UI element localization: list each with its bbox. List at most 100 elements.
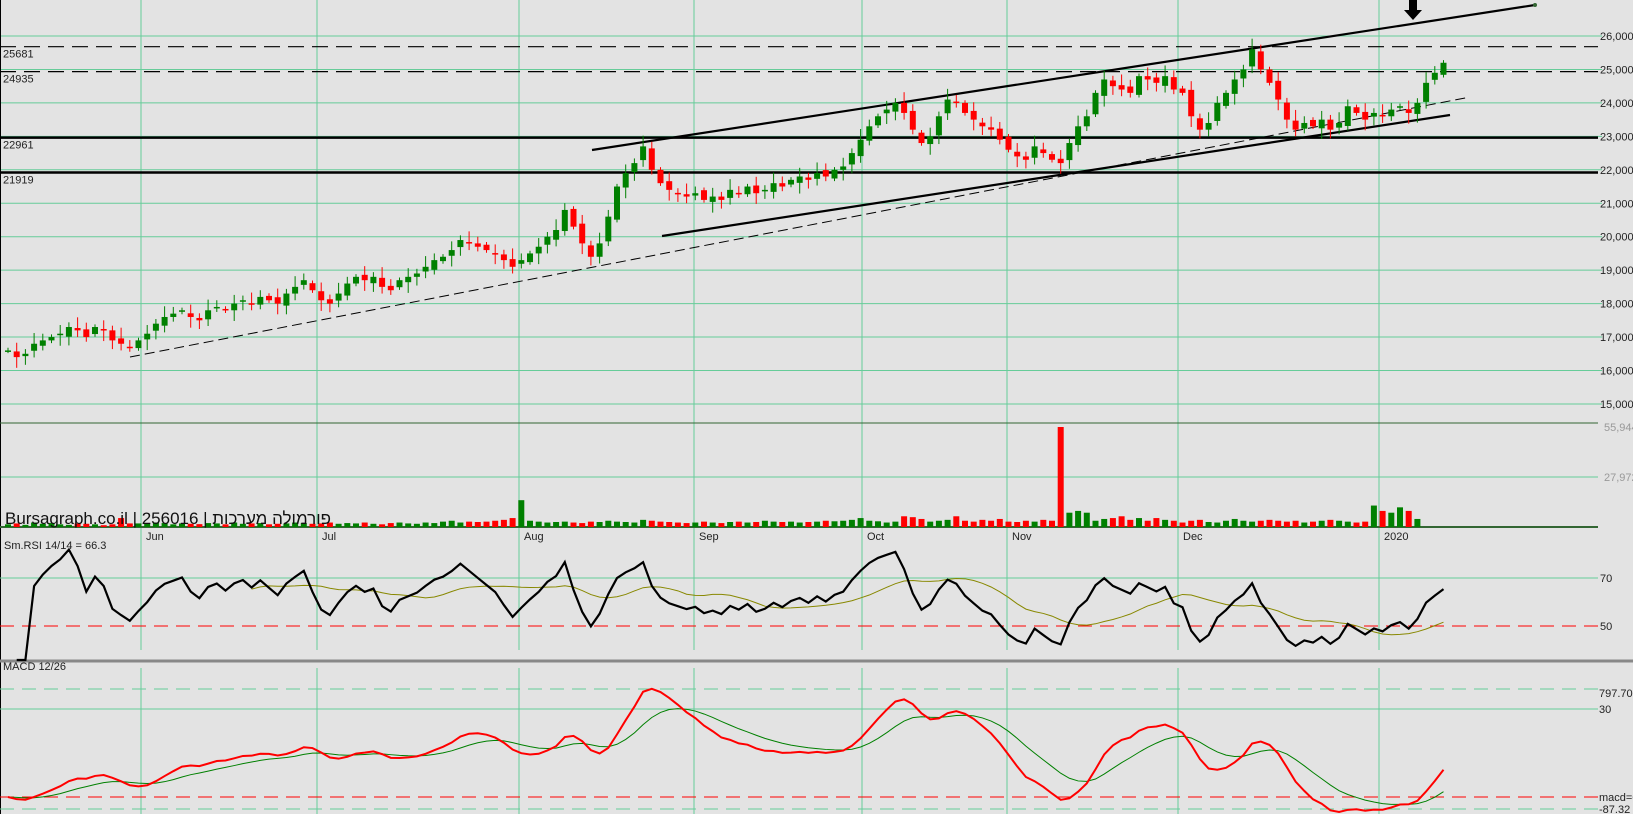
candle-body [1075, 126, 1082, 146]
candle-body [579, 223, 586, 244]
candle [909, 104, 916, 135]
candle-body [683, 194, 690, 197]
candle-body [361, 274, 368, 281]
month-label-2: Aug [524, 531, 544, 543]
candle-body [892, 102, 899, 112]
candle [614, 183, 620, 223]
volume-bar [457, 522, 464, 527]
candle-body [231, 303, 238, 311]
candle-body [657, 169, 664, 184]
volume-bar [735, 521, 742, 527]
volume-bar [666, 521, 673, 527]
candle [187, 304, 194, 328]
candle [57, 325, 64, 346]
candle-body [788, 179, 794, 185]
volume-bar [1397, 507, 1403, 527]
volume-bar [1005, 521, 1012, 527]
volume-bar [761, 520, 768, 527]
volume-bar [1101, 518, 1108, 527]
candle [1136, 73, 1142, 98]
candle-body [266, 295, 272, 301]
candle-body [796, 176, 803, 183]
candle-body [527, 253, 533, 263]
volume-bar [614, 521, 620, 527]
candle-body [100, 329, 107, 331]
candle-body [13, 351, 20, 358]
volume-bar [822, 520, 829, 527]
candle-body [718, 196, 725, 200]
candle-body [5, 350, 11, 352]
volume-bar [866, 520, 873, 527]
candle [65, 322, 72, 346]
candle-body [918, 132, 925, 144]
candle [1388, 102, 1395, 121]
volume-bar [405, 523, 412, 527]
candle [587, 240, 594, 266]
candle-body [179, 310, 185, 312]
candle-body [257, 296, 264, 305]
candle-body [927, 136, 934, 145]
grid [0, 0, 1602, 814]
candle [1031, 135, 1038, 165]
candle [1153, 72, 1160, 92]
candle-body [335, 293, 342, 301]
volume-bar [1170, 520, 1177, 527]
candle-body [1353, 107, 1360, 113]
candle-body [587, 245, 594, 257]
candle-body [944, 99, 951, 114]
candle-body [152, 323, 159, 331]
candle-body [1118, 85, 1125, 90]
candle-body [1153, 77, 1160, 83]
candle-body [422, 266, 429, 272]
month-label-7: 2020 [1384, 531, 1408, 543]
candle [118, 327, 125, 351]
candle-body [274, 297, 281, 304]
candle-body [239, 300, 246, 302]
volume-bar [605, 520, 612, 527]
candle [596, 232, 603, 264]
candle [483, 242, 490, 253]
volume-bar [831, 521, 838, 527]
volume-bar [1049, 520, 1055, 527]
volume-bar [1310, 521, 1316, 527]
price-tick-label: 16,000 [1600, 366, 1633, 378]
volume-bar [779, 521, 786, 527]
candle [1049, 151, 1055, 163]
volume-bar [492, 520, 499, 527]
volume-bar [1370, 505, 1377, 527]
candle [979, 117, 986, 136]
candle [466, 231, 473, 251]
volume-bar [857, 518, 864, 527]
candle-body [1179, 88, 1186, 93]
price-tick-label: 19,000 [1600, 265, 1633, 277]
candle-body [161, 316, 168, 326]
candle-body [1057, 158, 1064, 164]
candle [5, 347, 11, 354]
volume-bar [901, 516, 908, 527]
volume-bar [1162, 519, 1169, 527]
candle [1127, 79, 1134, 98]
candle-body [727, 189, 734, 198]
candle [822, 163, 829, 182]
candle [83, 322, 90, 342]
candle [440, 254, 446, 264]
candle-body [1223, 92, 1229, 106]
rsi-tick-70: 70 [1600, 573, 1612, 585]
candle-body [65, 327, 72, 337]
volume-bar [1257, 520, 1264, 527]
volume-bar [474, 521, 481, 527]
candle [170, 306, 177, 322]
candle [1075, 115, 1082, 152]
candle-body [431, 260, 438, 270]
volume-bar [1405, 510, 1412, 527]
candle [144, 325, 151, 351]
candle-body [761, 189, 768, 192]
candle-body [640, 146, 647, 161]
candle [892, 98, 899, 121]
candle [1205, 112, 1212, 137]
candle [179, 307, 185, 315]
candle [1170, 70, 1177, 95]
candle-body [875, 116, 881, 126]
candle-body [614, 186, 620, 220]
volume-bar [875, 521, 881, 527]
